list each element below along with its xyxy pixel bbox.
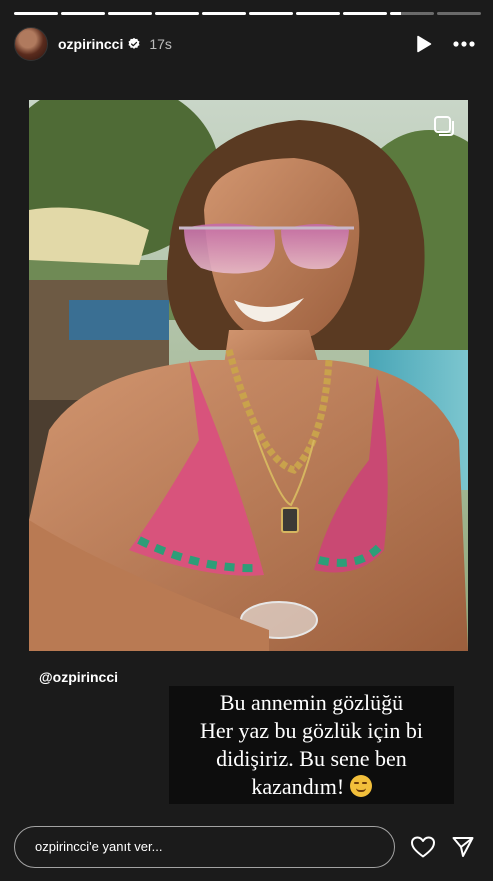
progress-segment: [108, 12, 152, 15]
heart-icon: [411, 836, 435, 858]
progress-segment-current: [390, 12, 434, 15]
verified-badge-icon: [128, 37, 140, 49]
progress-segment: [296, 12, 340, 15]
post-time: 17s: [149, 36, 172, 52]
reply-placeholder: ozpirincci'e yanıt ver...: [35, 839, 163, 854]
progress-segment: [249, 12, 293, 15]
progress-segment: [155, 12, 199, 15]
smirking-face-emoji-icon: [349, 775, 372, 797]
progress-segment: [437, 12, 481, 15]
progress-segment: [61, 12, 105, 15]
reply-input[interactable]: ozpirincci'e yanıt ver...: [14, 826, 395, 868]
story-header: ozpirincci 17s: [14, 26, 479, 62]
progress-segment: [343, 12, 387, 15]
more-horizontal-icon: [453, 41, 475, 47]
caption-line: didişiriz. Bu sene ben: [216, 746, 407, 771]
avatar[interactable]: [14, 27, 48, 61]
progress-segment: [14, 12, 58, 15]
more-options-button[interactable]: [449, 29, 479, 59]
caption-text-box: Bu annemin gözlüğü Her yaz bu gözlük içi…: [169, 686, 454, 804]
mention-sticker[interactable]: @ozpirincci: [39, 669, 118, 685]
caption-line: Her yaz bu gözlük için bi: [200, 718, 423, 743]
caption-line: Bu annemin gözlüğü: [219, 690, 404, 715]
like-button[interactable]: [409, 833, 437, 861]
play-button[interactable]: [409, 29, 439, 59]
story-photo-image: [29, 100, 468, 651]
send-icon: [452, 837, 474, 857]
username[interactable]: ozpirincci: [58, 36, 123, 52]
share-button[interactable]: [449, 833, 477, 861]
play-icon: [417, 35, 432, 53]
progress-segment: [202, 12, 246, 15]
multiple-images-icon: [434, 116, 454, 136]
story-photo[interactable]: [29, 100, 468, 651]
story-viewer: ozpirincci 17s @ozpirincci Bu annemin gö…: [0, 0, 493, 881]
caption-line: kazandım!: [251, 774, 345, 799]
story-progress-bar: [14, 12, 481, 15]
